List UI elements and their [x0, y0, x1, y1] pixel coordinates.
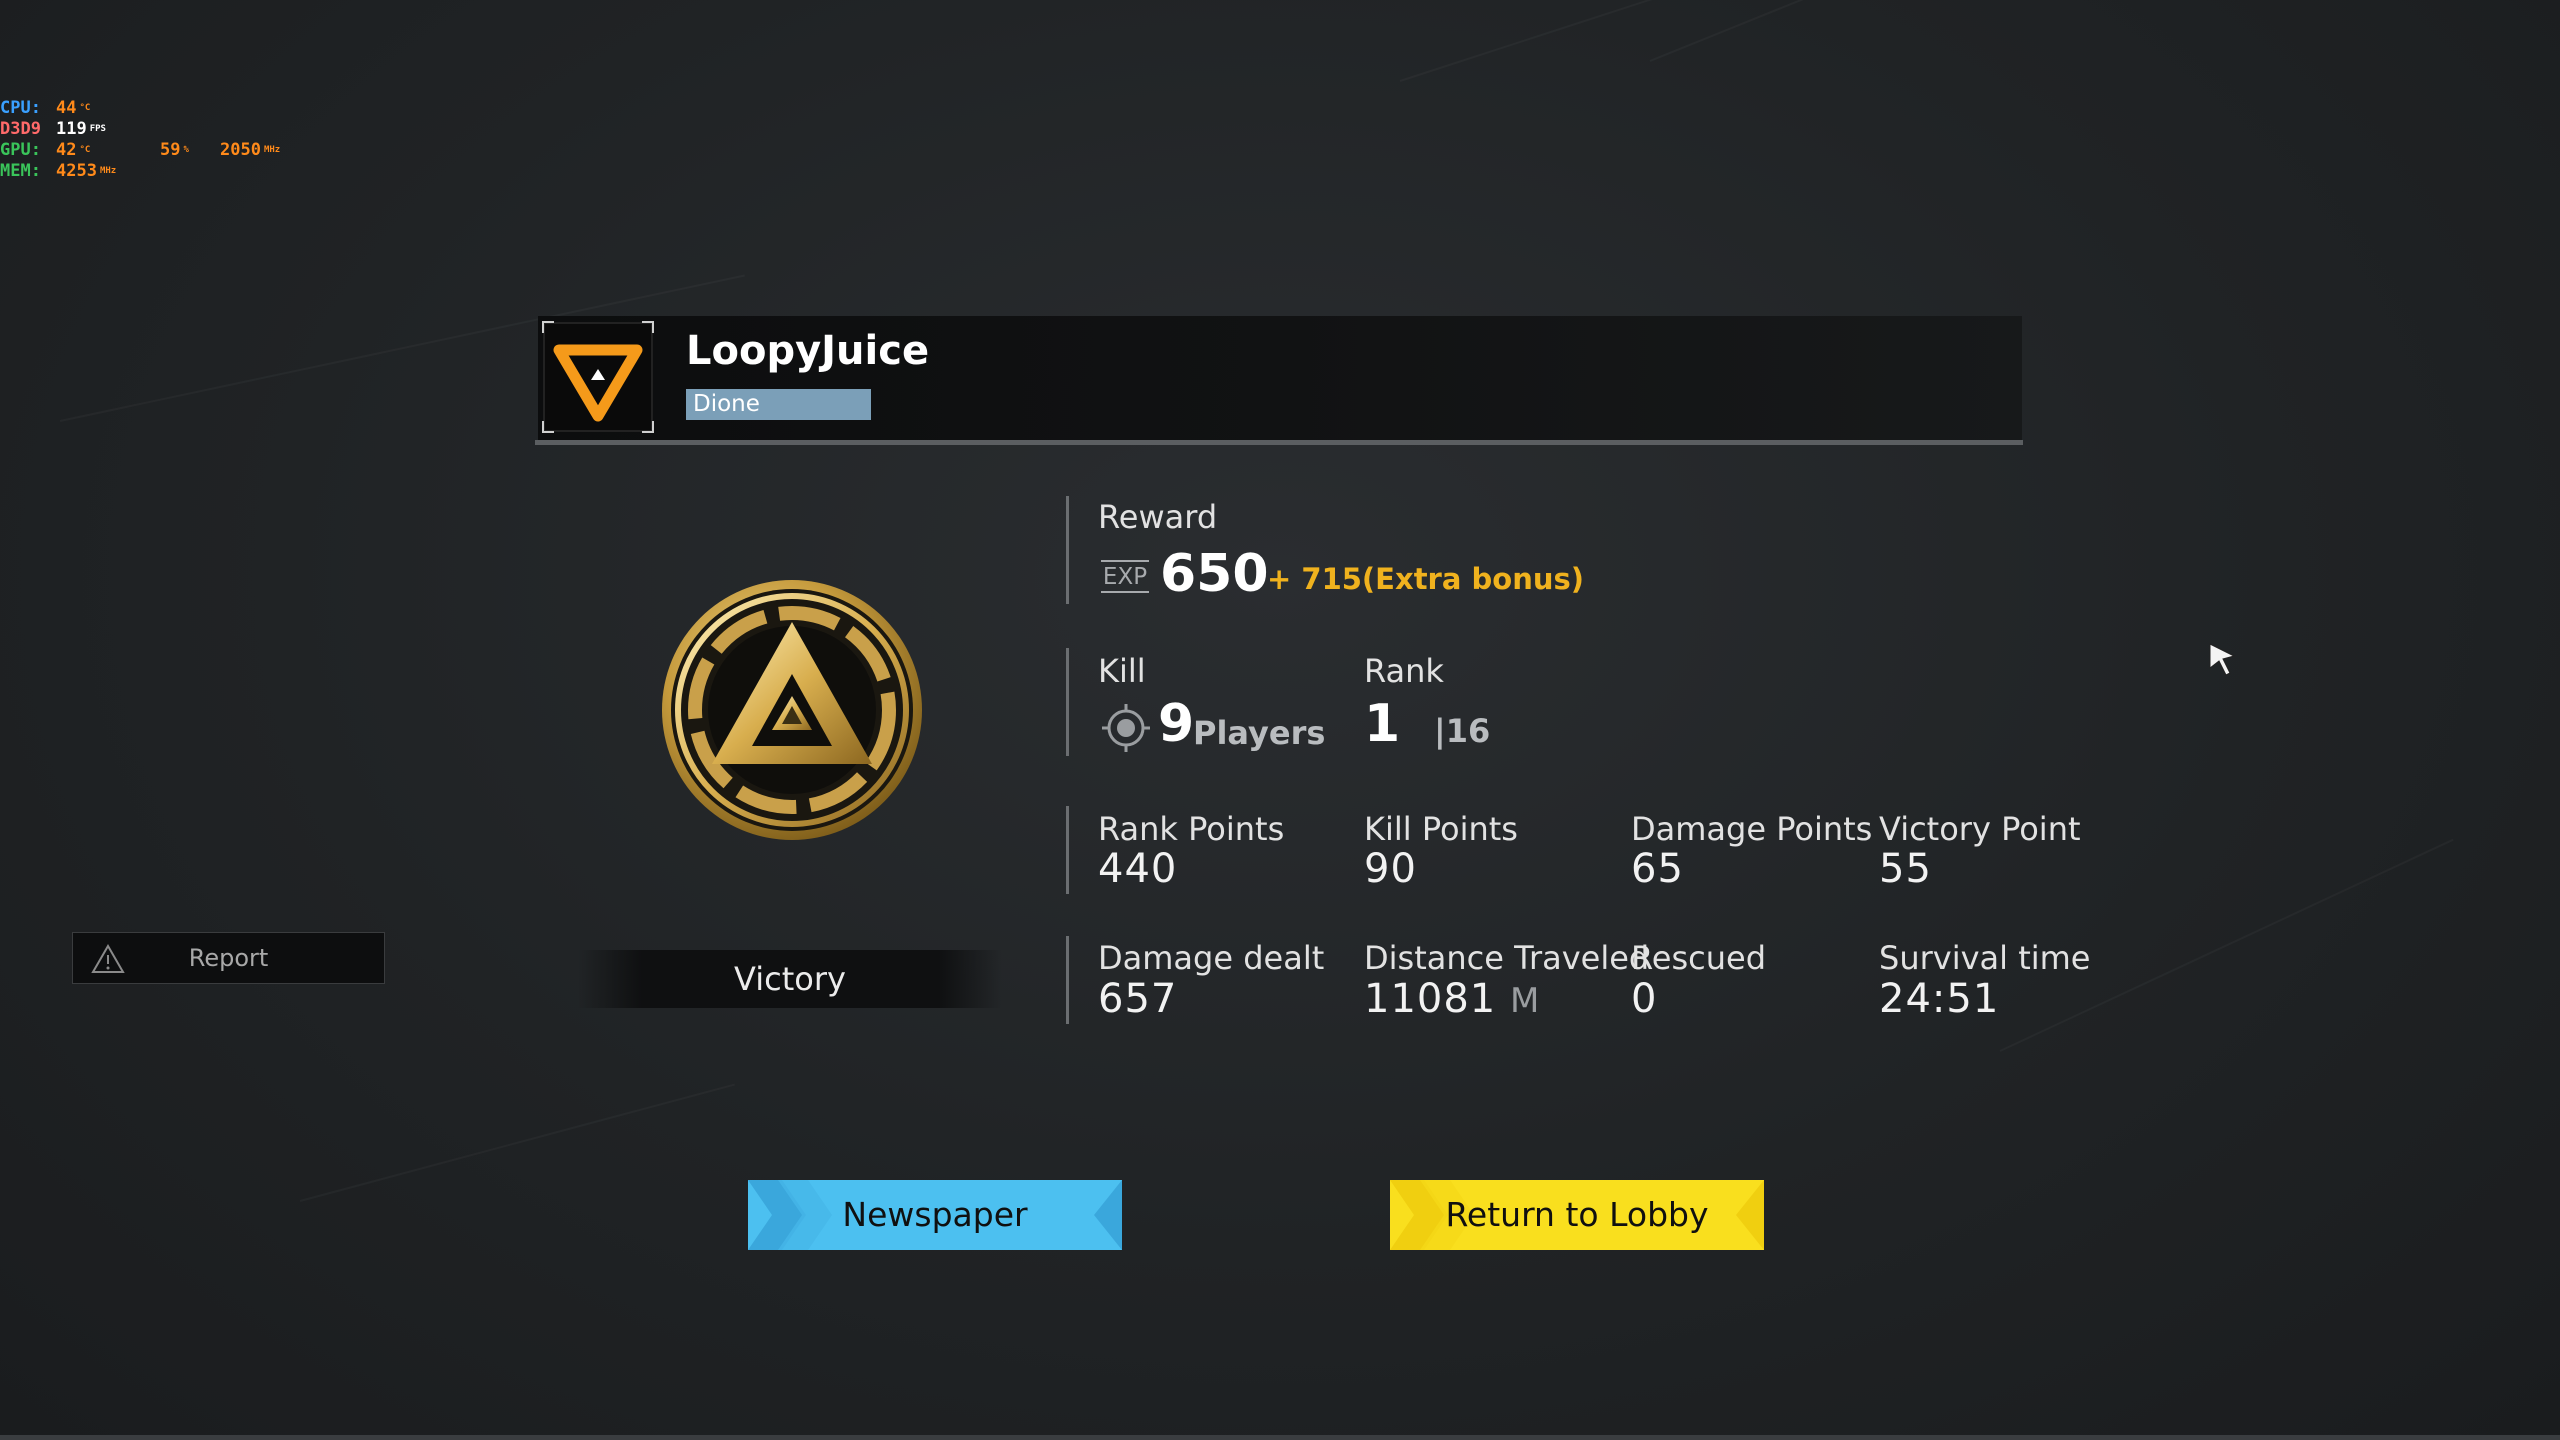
- triangle-emblem-icon[interactable]: [542, 321, 654, 433]
- rank-total: |16: [1434, 712, 1491, 750]
- osd-label: D3D9: [0, 119, 41, 139]
- report-button[interactable]: Report: [72, 932, 385, 984]
- background-texture: [1650, 0, 2114, 62]
- victory-point-label: Victory Point: [1879, 810, 2081, 848]
- osd-value: 4253 MHz: [56, 161, 117, 181]
- crosshair-icon: [1102, 704, 1150, 752]
- rank-points-label: Rank Points: [1098, 810, 1285, 848]
- mouse-cursor-icon: [2209, 643, 2236, 676]
- exp-value: 650: [1160, 544, 1269, 604]
- gold-medal-icon: [660, 578, 924, 842]
- victory-point-value: 55: [1879, 846, 1932, 892]
- section-divider: [1066, 936, 1069, 1024]
- header-divider: [535, 440, 2023, 445]
- player-name: LoopyJuice: [686, 328, 930, 374]
- survival-time-value: 24:51: [1879, 976, 2000, 1022]
- exp-bonus: + 715(Extra bonus): [1267, 562, 1585, 596]
- newspaper-button[interactable]: Newspaper: [748, 1180, 1122, 1250]
- exp-tag-text: EXP: [1103, 564, 1147, 590]
- osd-label: MEM:: [0, 161, 41, 181]
- rescued-label: Rescued: [1631, 939, 1767, 977]
- damage-points-label: Damage Points: [1631, 810, 1873, 848]
- osd-value: 59%: [160, 140, 189, 160]
- report-label: Report: [188, 944, 269, 972]
- kill-points-value: 90: [1364, 846, 1417, 892]
- background-texture: [1400, 0, 1971, 82]
- osd-label: CPU:: [0, 98, 41, 118]
- section-divider: [1066, 496, 1069, 604]
- return-to-lobby-label: Return to Lobby: [1445, 1195, 1709, 1234]
- distance-unit: M: [1509, 981, 1541, 1021]
- reward-label: Reward: [1098, 498, 1218, 536]
- osd-label: GPU:: [0, 140, 41, 160]
- kill-unit: Players: [1193, 714, 1326, 752]
- rank-label: Rank: [1364, 652, 1444, 690]
- background-texture: [300, 1084, 735, 1202]
- newspaper-button-label: Newspaper: [842, 1195, 1028, 1234]
- distance-traveled-value: 11081 M: [1364, 976, 1540, 1022]
- osd-value: 2050 MHz: [220, 140, 281, 160]
- distance-value-number: 11081: [1364, 976, 1497, 1022]
- kill-value: 9: [1158, 694, 1195, 754]
- section-divider: [1066, 648, 1069, 756]
- osd-value: 44 °C: [56, 98, 91, 118]
- rank-points-value: 440: [1098, 846, 1178, 892]
- distance-traveled-label: Distance Traveled: [1364, 939, 1650, 977]
- return-to-lobby-button[interactable]: Return to Lobby: [1390, 1180, 1764, 1250]
- damage-dealt-value: 657: [1098, 976, 1178, 1022]
- kill-label: Kill: [1098, 652, 1146, 690]
- damage-dealt-label: Damage dealt: [1098, 939, 1325, 977]
- kill-points-label: Kill Points: [1364, 810, 1518, 848]
- damage-points-value: 65: [1631, 846, 1684, 892]
- exp-icon: EXP: [1101, 560, 1149, 593]
- osd-value: 42 °C: [56, 140, 91, 160]
- osd-value: 119 FPS: [56, 119, 106, 139]
- bottom-edge: [0, 1435, 2560, 1440]
- result-title: Victory: [734, 960, 846, 998]
- section-divider: [1066, 806, 1069, 894]
- rescued-value: 0: [1631, 976, 1658, 1022]
- survival-time-label: Survival time: [1879, 939, 2091, 977]
- rank-value: 1: [1364, 694, 1401, 754]
- server-badge: Dione: [686, 389, 871, 420]
